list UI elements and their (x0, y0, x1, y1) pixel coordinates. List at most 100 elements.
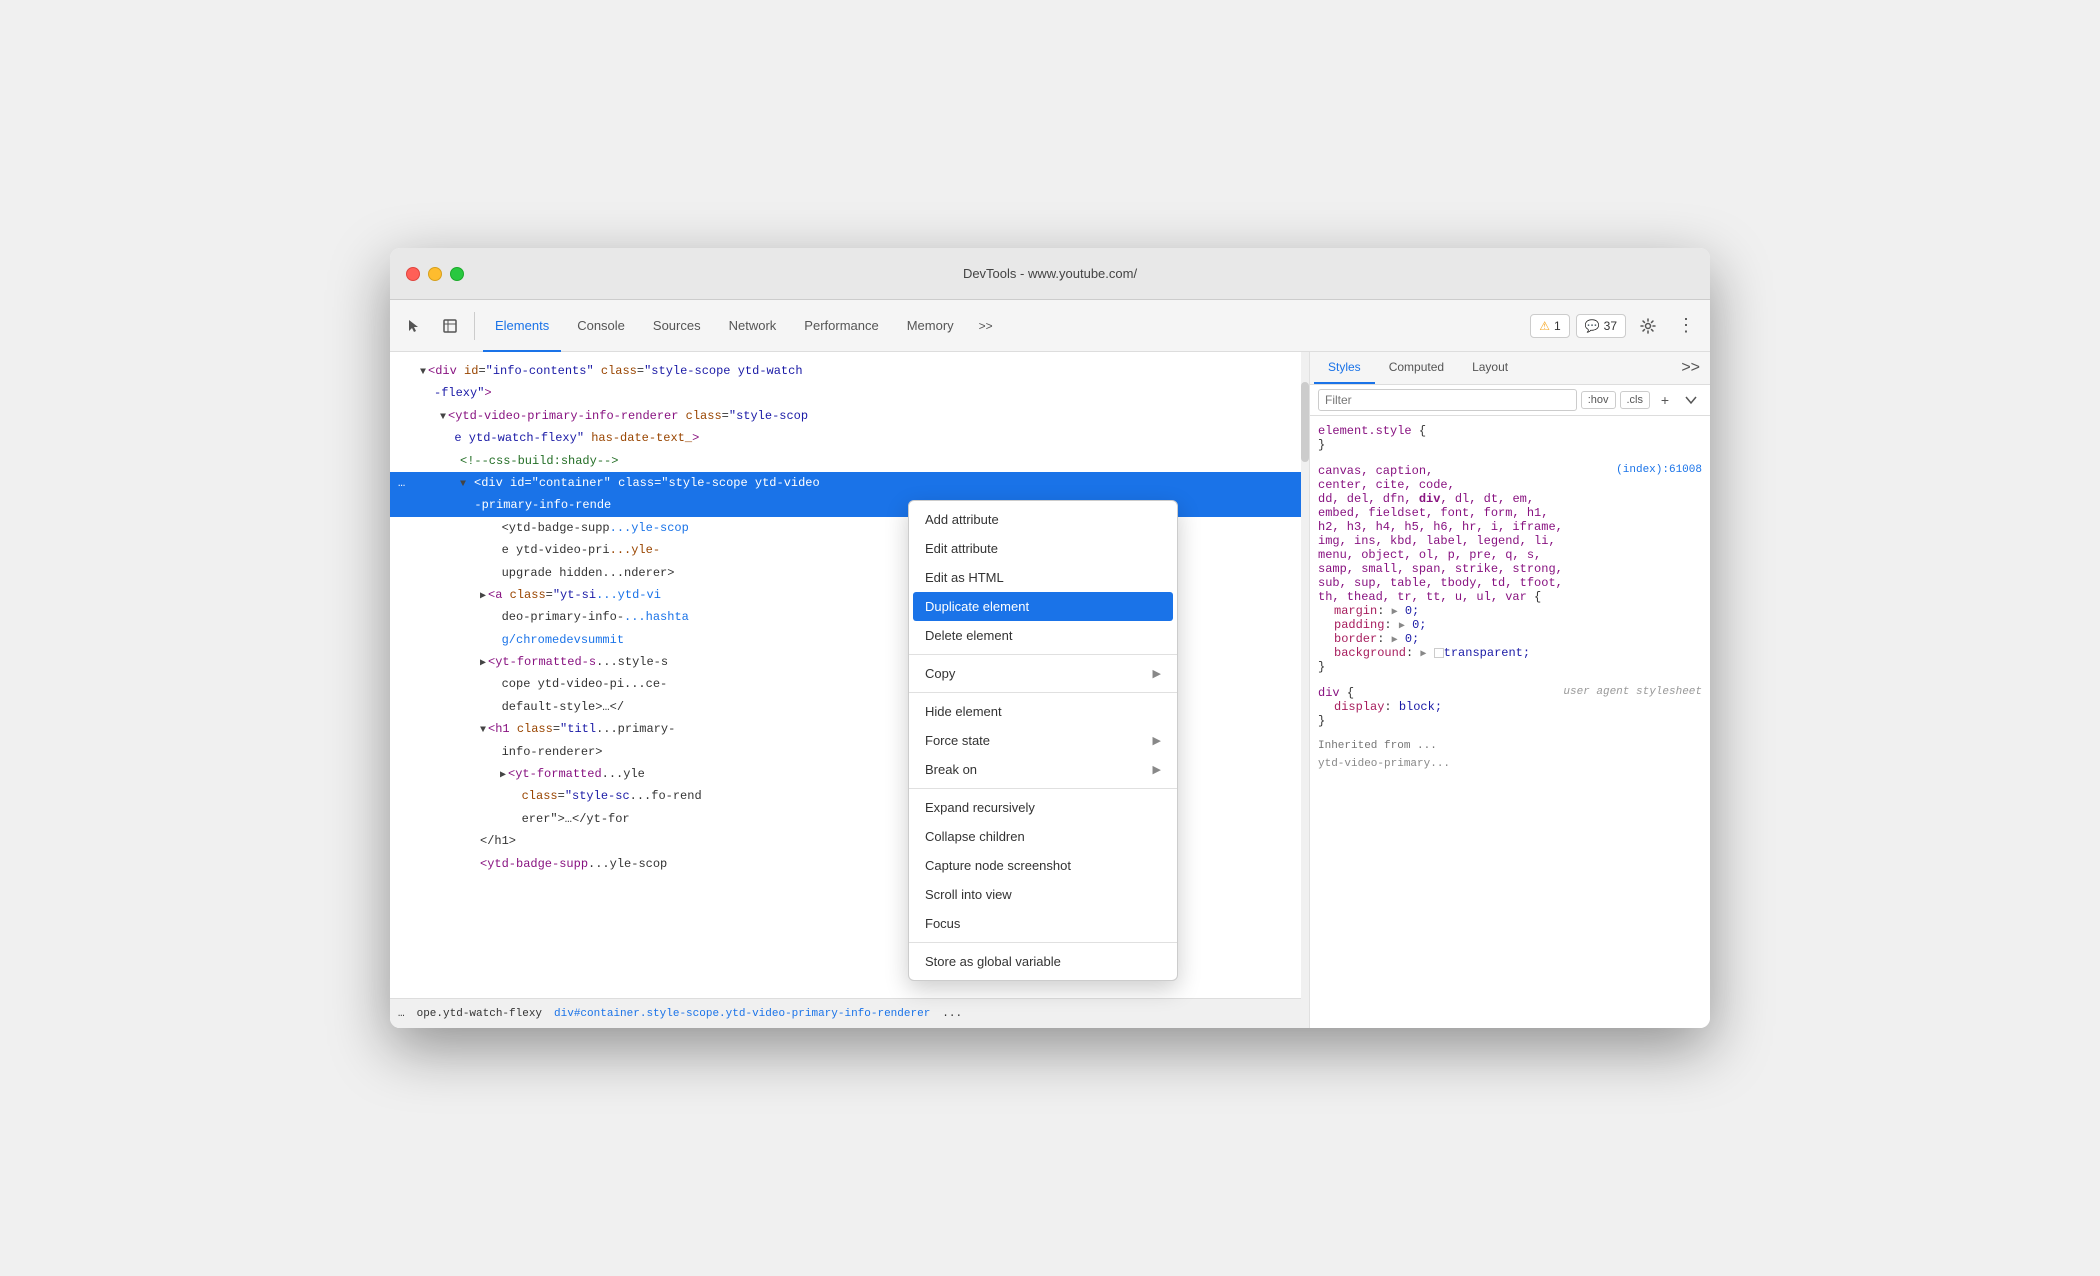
css-prop-border: border: ▶ 0; (1318, 632, 1702, 646)
menu-divider-1 (909, 654, 1177, 655)
css-sel-10: th, thead, tr, tt, u, ul, var { (1318, 590, 1702, 604)
css-sel-5: h2, h3, h4, h5, h6, hr, i, iframe, (1318, 520, 1702, 534)
css-selector-canvas: (index):61008 canvas, caption, (1318, 464, 1702, 478)
css-close-div: } (1318, 714, 1702, 728)
context-menu: Add attribute Edit attribute Edit as HTM… (908, 500, 1178, 981)
more-tabs-btn[interactable]: >> (970, 310, 1002, 342)
css-prop-padding: padding: ▶ 0; (1318, 618, 1702, 632)
css-block-div: div { user agent stylesheet display: blo… (1318, 686, 1702, 728)
settings-btn[interactable] (1632, 310, 1664, 342)
dom-line: e ytd-watch-flexy" has-date-text_> (390, 427, 1309, 449)
dom-line: -flexy"> (390, 382, 1309, 404)
inherited-item: ytd-video-primary... (1318, 756, 1702, 770)
menu-item-store-global[interactable]: Store as global variable (909, 947, 1177, 976)
close-button[interactable] (406, 267, 420, 281)
menu-item-copy[interactable]: Copy ▶ (909, 659, 1177, 688)
info-icon: 💬 (1585, 319, 1600, 333)
dom-line: <div id="info-contents" class="style-sco… (390, 360, 1309, 382)
breadcrumb-end[interactable]: ... (942, 1008, 962, 1020)
cls-btn[interactable]: .cls (1620, 391, 1651, 409)
tab-console[interactable]: Console (565, 300, 637, 352)
css-prop-margin: margin: ▶ 0; (1318, 604, 1702, 618)
css-sel-2: center, cite, code, (1318, 478, 1702, 492)
filter-input[interactable] (1318, 389, 1577, 411)
css-close-canvas: } (1318, 660, 1702, 674)
menu-item-duplicate[interactable]: Duplicate element (913, 592, 1173, 621)
add-style-btn[interactable]: + (1654, 389, 1676, 411)
toggle-style-btn[interactable] (1680, 389, 1702, 411)
menu-divider-4 (909, 942, 1177, 943)
css-sel-3: dd, del, dfn, div, dl, dt, em, (1318, 492, 1702, 506)
warning-badge-btn[interactable]: ⚠ 1 (1530, 314, 1569, 338)
title-bar: DevTools - www.youtube.com/ (390, 248, 1710, 300)
status-bar: … ope.ytd-watch-flexy div#container.styl… (390, 998, 1309, 1028)
toolbar-divider (474, 312, 475, 340)
css-prop-background: background: ▶ transparent; (1318, 646, 1702, 660)
minimize-button[interactable] (428, 267, 442, 281)
css-source-link[interactable]: (index):61008 (1616, 464, 1702, 476)
menu-item-screenshot[interactable]: Capture node screenshot (909, 851, 1177, 880)
css-selector-div: div { user agent stylesheet (1318, 686, 1702, 700)
dom-panel: <div id="info-contents" class="style-sco… (390, 352, 1310, 1028)
breadcrumb-scope[interactable]: ope.ytd-watch-flexy (417, 1008, 542, 1020)
breadcrumb-current[interactable]: div#container.style-scope.ytd-video-prim… (554, 1008, 930, 1020)
tab-performance[interactable]: Performance (792, 300, 890, 352)
css-close-element: } (1318, 438, 1702, 452)
css-sel-6: img, ins, kbd, label, legend, li, (1318, 534, 1702, 548)
traffic-lights (406, 267, 464, 281)
menu-item-edit-attr[interactable]: Edit attribute (909, 534, 1177, 563)
main-content: <div id="info-contents" class="style-sco… (390, 352, 1710, 1028)
breadcrumb-dots[interactable]: … (398, 1008, 405, 1020)
css-block-canvas: (index):61008 canvas, caption, center, c… (1318, 464, 1702, 674)
scrollbar-thumb[interactable] (1301, 382, 1309, 462)
tab-computed[interactable]: Computed (1375, 352, 1458, 384)
menu-item-edit-html[interactable]: Edit as HTML (909, 563, 1177, 592)
warning-icon: ⚠ (1539, 319, 1550, 333)
styles-more-btn[interactable]: >> (1675, 355, 1706, 381)
maximize-button[interactable] (450, 267, 464, 281)
color-swatch (1434, 648, 1444, 658)
menu-item-expand[interactable]: Expand recursively (909, 793, 1177, 822)
submenu-arrow-copy: ▶ (1153, 667, 1161, 680)
menu-item-focus[interactable]: Focus (909, 909, 1177, 938)
menu-item-collapse[interactable]: Collapse children (909, 822, 1177, 851)
hov-btn[interactable]: :hov (1581, 391, 1616, 409)
cursor-icon-btn[interactable] (398, 310, 430, 342)
dom-line-selected: … ▼ <div id="container" class="style-sco… (390, 472, 1309, 494)
tab-layout[interactable]: Layout (1458, 352, 1522, 384)
css-block-element-style: element.style { } (1318, 424, 1702, 452)
tab-memory[interactable]: Memory (895, 300, 966, 352)
menu-item-scroll[interactable]: Scroll into view (909, 880, 1177, 909)
styles-tabs: Styles Computed Layout >> (1310, 352, 1710, 385)
inspect-icon-btn[interactable] (434, 310, 466, 342)
css-source-user-agent: user agent stylesheet (1563, 686, 1702, 698)
tab-network[interactable]: Network (717, 300, 789, 352)
tab-styles[interactable]: Styles (1314, 352, 1375, 384)
filter-bar: :hov .cls + (1310, 385, 1710, 416)
css-selector-element: element.style { (1318, 424, 1702, 438)
menu-item-add-attr[interactable]: Add attribute (909, 505, 1177, 534)
more-options-btn[interactable]: ⋮ (1670, 310, 1702, 342)
devtools-window: DevTools - www.youtube.com/ Elements Con… (390, 248, 1710, 1028)
css-prop-display: display: block; (1318, 700, 1702, 714)
dom-scrollbar[interactable] (1301, 352, 1309, 1028)
menu-item-delete[interactable]: Delete element (909, 621, 1177, 650)
tab-sources[interactable]: Sources (641, 300, 713, 352)
toolbar-right: ⚠ 1 💬 37 ⋮ (1530, 310, 1702, 342)
dom-line: <!--css-build:shady--> (390, 450, 1309, 472)
css-sel-7: menu, object, ol, p, pre, q, s, (1318, 548, 1702, 562)
menu-item-break-on[interactable]: Break on ▶ (909, 755, 1177, 784)
menu-divider-2 (909, 692, 1177, 693)
toolbar: Elements Console Sources Network Perform… (390, 300, 1710, 352)
window-title: DevTools - www.youtube.com/ (963, 266, 1137, 281)
styles-panel: Styles Computed Layout >> :hov .cls + (1310, 352, 1710, 1028)
menu-item-force-state[interactable]: Force state ▶ (909, 726, 1177, 755)
inherited-label: Inherited from ... (1318, 740, 1702, 752)
info-badge-btn[interactable]: 💬 37 (1576, 314, 1626, 338)
menu-item-hide[interactable]: Hide element (909, 697, 1177, 726)
styles-content: element.style { } (index):61008 canvas, … (1310, 416, 1710, 1028)
submenu-arrow-force: ▶ (1153, 734, 1161, 747)
tab-elements[interactable]: Elements (483, 300, 561, 352)
submenu-arrow-break: ▶ (1153, 763, 1161, 776)
dom-line: <ytd-video-primary-info-renderer class="… (390, 405, 1309, 427)
